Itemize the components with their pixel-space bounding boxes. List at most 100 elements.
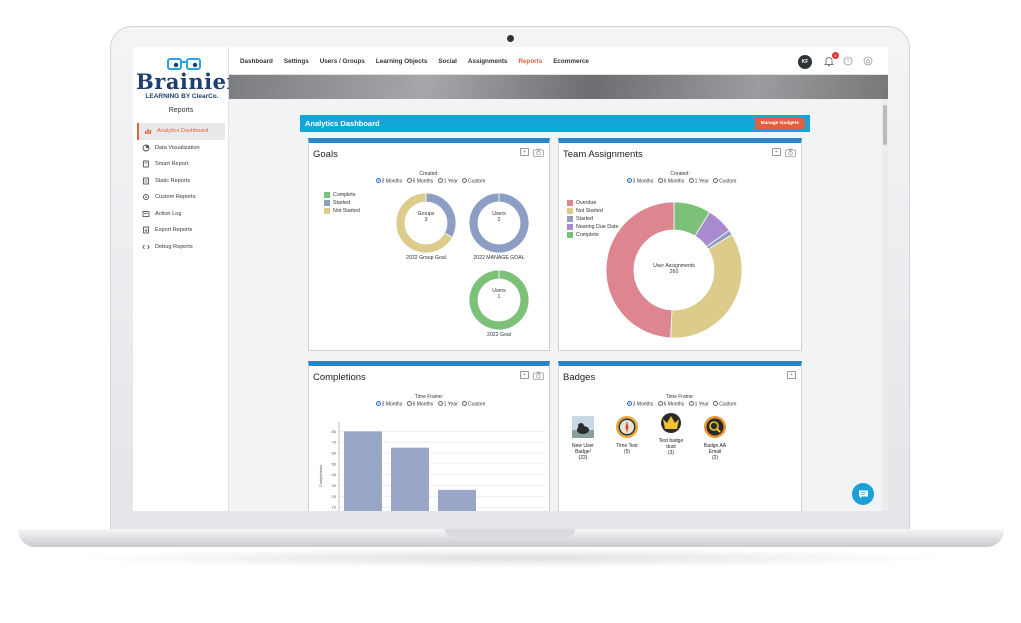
nav-reports[interactable]: Reports [518, 58, 542, 65]
smart-report-icon [143, 160, 149, 168]
donut-caption: 2022 Group Goal [406, 255, 446, 261]
badge-count: (5) [623, 449, 631, 455]
completions-bar[interactable] [438, 489, 476, 511]
static-report-icon [143, 177, 149, 185]
radio-6-months[interactable] [657, 401, 663, 406]
nav-social[interactable]: Social [438, 58, 457, 65]
y-tick-label: 60 [332, 451, 337, 456]
action-log-icon [142, 210, 150, 217]
y-tick-label: 40 [332, 472, 337, 477]
brand-tagline: LEARNING BY ClearCo. [145, 93, 219, 100]
top-nav: Dashboard Settings Users / Groups Learni… [229, 47, 888, 75]
avatar[interactable]: KF [798, 55, 812, 69]
goals-card: Goals + Created: 3 Months 6 Months 1 Yea… [308, 138, 550, 351]
donut-center-label: User Assignments 260 [653, 263, 695, 275]
donut-caption: 2022 Goal [487, 332, 511, 338]
nav-settings[interactable]: Settings [284, 58, 309, 65]
card-title: Badges [563, 372, 596, 383]
sidebar-item-label: Data Visualization [155, 144, 200, 151]
scrollbar[interactable] [882, 99, 888, 511]
sidebar: Brainier LEARNING BY ClearCo. Reports An… [133, 47, 239, 511]
badge-name: New User Badge! [572, 443, 594, 455]
radio-custom[interactable] [713, 401, 719, 406]
goal-donut-2-segment-complete[interactable] [468, 269, 530, 331]
sidebar-item-smart-report[interactable]: Smart Report [137, 156, 225, 173]
chat-button[interactable] [852, 483, 874, 505]
completions-chart: 01020304050607080Completions [318, 422, 545, 511]
dashboard-title: Analytics Dashboard [305, 119, 380, 128]
badge-time-test[interactable]: Time Test (5) [610, 415, 644, 455]
nav-ecommerce[interactable]: Ecommerce [553, 58, 589, 65]
sidebar-title: Reports [168, 107, 194, 114]
badge-name: Test badge dust [658, 438, 684, 450]
y-tick-label: 50 [332, 461, 337, 466]
brand-wordmark: Brainier [136, 69, 239, 94]
sidebar-item-data-visualization[interactable]: Data Visualization [137, 140, 225, 157]
filter-label: Time Frame: [665, 394, 695, 400]
nav-learning-objects[interactable]: Learning Objects [376, 58, 427, 65]
y-tick-label: 70 [332, 440, 337, 445]
sidebar-item-label: Smart Report [155, 161, 189, 168]
y-tick-label: 80 [332, 429, 337, 434]
nav-users-groups[interactable]: Users / Groups [320, 58, 365, 65]
time-frame-filter: Time Frame: 3 Months 6 Months 1 Year Cus… [559, 394, 801, 407]
chat-icon [858, 490, 868, 498]
nav-dashboard[interactable]: Dashboard [240, 58, 273, 65]
badge-count: (22) [578, 455, 588, 461]
export-icon [143, 226, 149, 234]
donut-center-label: Users 1 [492, 288, 506, 300]
help-icon[interactable]: ? [843, 56, 853, 66]
radio-3-months[interactable] [626, 401, 632, 406]
compass-badge-icon [616, 416, 638, 438]
sidebar-item-label: Static Reports [155, 177, 191, 184]
badge-count: (3) [667, 450, 675, 456]
radio-label: Custom [719, 401, 737, 408]
sidebar-list: Analytics Dashboard Data Visualization S… [137, 123, 225, 255]
bar-chart-icon [145, 129, 152, 135]
scrollbar-thumb[interactable] [883, 105, 887, 145]
sidebar-item-export-reports[interactable]: Export Reports [137, 222, 225, 239]
manage-gadgets-button[interactable]: Manage Gadgets [754, 118, 805, 129]
sidebar-item-label: Debug Reports [155, 243, 193, 250]
radio-label: 3 Months [632, 401, 654, 408]
completions-bar[interactable] [391, 447, 429, 511]
sidebar-item-action-log[interactable]: Action Log [137, 206, 225, 223]
custom-report-icon [142, 194, 150, 201]
app-screen: Brainier LEARNING BY ClearCo. Reports An… [133, 47, 888, 511]
home-icon[interactable] [863, 56, 873, 66]
crown-badge-icon [661, 413, 681, 433]
magnifier-badge-icon [704, 416, 726, 438]
sidebar-item-custom-reports[interactable]: Custom Reports [137, 189, 225, 206]
y-tick-label: 10 [332, 505, 337, 510]
donut-caption: 2022 MANAGE GOAL [473, 255, 525, 261]
sidebar-item-label: Custom Reports [155, 194, 196, 201]
radio-1-year[interactable] [688, 401, 694, 406]
laptop-frame: Brainier LEARNING BY ClearCo. Reports An… [0, 0, 1021, 623]
sidebar-item-static-reports[interactable]: Static Reports [137, 173, 225, 190]
header-banner [229, 75, 888, 99]
sidebar-item-label: Analytics Dashboard [157, 128, 209, 135]
nav-assignments[interactable]: Assignments [468, 58, 508, 65]
badge-new-user[interactable]: New User Badge! (22) [566, 415, 600, 461]
badges-card: Badges + Time Frame: 3 Months 6 Months 1… [558, 361, 802, 511]
debug-icon [142, 244, 150, 250]
sidebar-item-analytics-dashboard[interactable]: Analytics Dashboard [137, 123, 225, 140]
goal-donut-1-segment-started[interactable] [468, 192, 530, 254]
y-tick-label: 30 [332, 483, 337, 488]
completions-bar[interactable] [344, 431, 382, 511]
radio-label: 1 Year [694, 401, 709, 408]
add-icon[interactable]: + [787, 371, 796, 379]
main-menu: Dashboard Settings Users / Groups Learni… [229, 47, 589, 75]
completions-card: Completions + Time Frame: 3 Months 6 Mon… [308, 361, 550, 511]
y-axis-label: Completions [318, 465, 323, 487]
badge-aa-email[interactable]: Badge AA Email (2) [698, 415, 732, 461]
card-tools: + [787, 371, 796, 379]
y-tick-label: 20 [332, 494, 337, 499]
badge-name: Badge AA Email [703, 443, 727, 455]
team-donut-segment-not-started[interactable] [670, 234, 743, 339]
brainier-logo[interactable]: Brainier LEARNING BY ClearCo. [136, 57, 239, 105]
dog-photo-icon [572, 416, 594, 438]
notification-badge: 6 [832, 52, 839, 59]
sidebar-item-debug-reports[interactable]: Debug Reports [137, 239, 225, 256]
badge-test-badge-dust[interactable]: Test badge dust (3) [654, 410, 688, 456]
